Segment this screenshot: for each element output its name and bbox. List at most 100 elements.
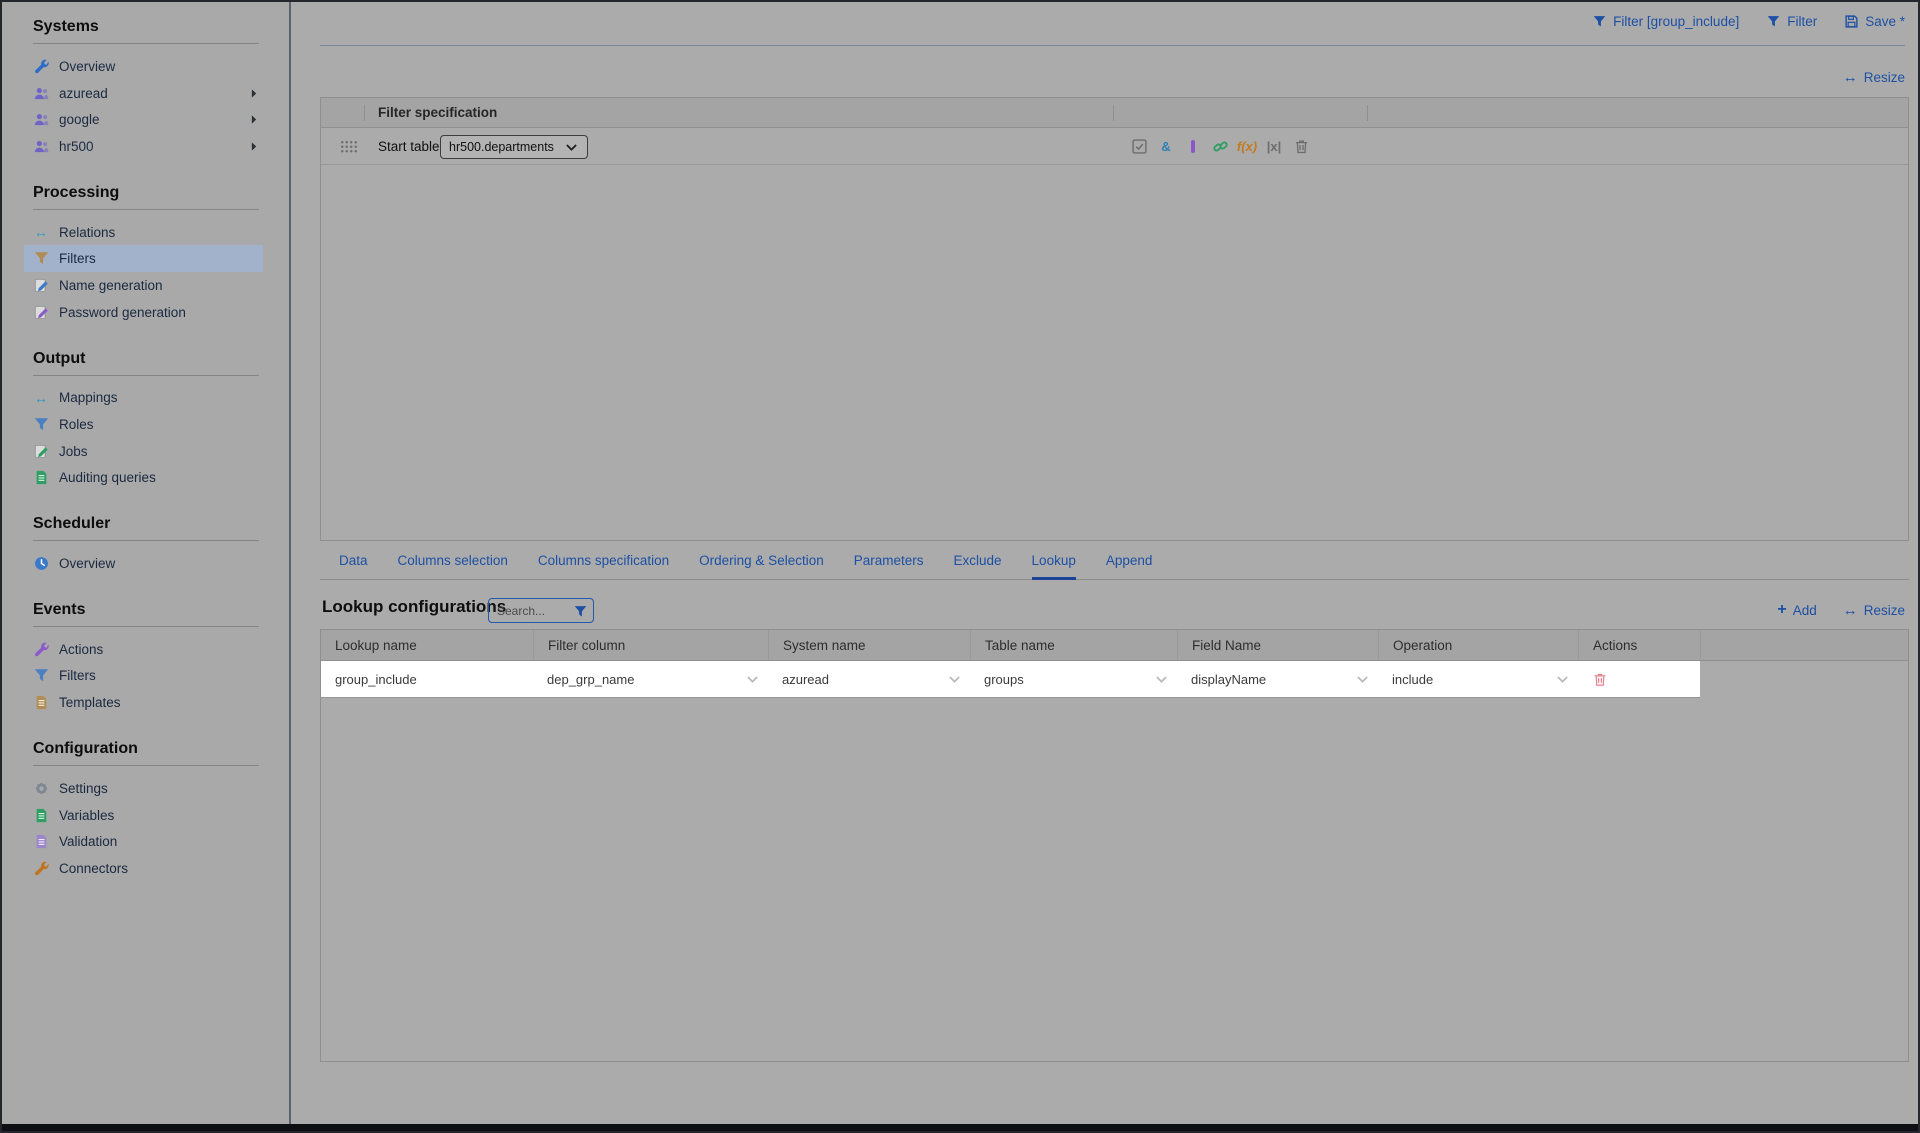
trash-icon[interactable] bbox=[1293, 138, 1309, 154]
sidebar-item-label: Jobs bbox=[59, 444, 88, 459]
header-divider bbox=[364, 105, 365, 121]
tab-columns-selection[interactable]: Columns selection bbox=[398, 548, 508, 580]
column-header-table-name: Table name bbox=[970, 630, 1177, 660]
sidebar-item-label: azuread bbox=[59, 86, 108, 101]
lookup-configurations-panel: Lookup nameFilter columnSystem nameTable… bbox=[320, 629, 1909, 1062]
column-header-operation: Operation bbox=[1378, 630, 1578, 660]
arrows-icon: ↔ bbox=[33, 224, 49, 240]
sidebar-item-azuread[interactable]: azuread bbox=[24, 80, 263, 107]
cell-value: azuread bbox=[782, 672, 829, 687]
start-table-select[interactable]: hr500.departments bbox=[440, 135, 588, 159]
chevron-right-icon bbox=[251, 115, 257, 124]
chevron-down-icon bbox=[949, 676, 960, 683]
column-header-system-name: System name bbox=[768, 630, 970, 660]
cell-lookup-name[interactable]: group_include bbox=[321, 661, 533, 697]
resize-lookup-button[interactable]: ↔ Resize bbox=[1843, 602, 1905, 618]
sidebar-item-templates[interactable]: Templates bbox=[24, 689, 263, 716]
sidebar-item-actions[interactable]: Actions bbox=[24, 636, 263, 663]
arrows-icon: ↔ bbox=[33, 390, 49, 406]
link-icon[interactable] bbox=[1212, 138, 1228, 154]
filter-button[interactable]: Filter bbox=[1765, 13, 1817, 29]
drag-handle[interactable] bbox=[340, 140, 358, 154]
delete-row-icon[interactable] bbox=[1592, 671, 1608, 687]
sidebar-item-label: Name generation bbox=[59, 278, 163, 293]
sidebar-item-filters[interactable]: Filters bbox=[24, 663, 263, 690]
wrench-icon bbox=[33, 860, 49, 876]
sidebar-item-validation[interactable]: Validation bbox=[24, 828, 263, 855]
cell-table-name[interactable]: groups bbox=[970, 661, 1177, 697]
sidebar-item-roles[interactable]: Roles bbox=[24, 411, 263, 438]
save-button[interactable]: Save * bbox=[1843, 13, 1905, 29]
column-bar-icon[interactable] bbox=[1185, 138, 1201, 154]
lookup-search-box bbox=[488, 598, 594, 623]
tab-columns-specification[interactable]: Columns specification bbox=[538, 548, 669, 580]
cell-actions[interactable] bbox=[1578, 661, 1700, 697]
app-window: Systems Overview azuread google hr500 Process… bbox=[0, 0, 1920, 1133]
sidebar-item-label: Relations bbox=[59, 225, 115, 240]
doc-icon bbox=[33, 470, 49, 486]
sidebar-item-google[interactable]: google bbox=[24, 106, 263, 133]
function-icon[interactable]: f(x) bbox=[1239, 138, 1255, 154]
sidebar-item-overview[interactable]: Overview bbox=[24, 550, 263, 577]
sidebar-item-label: Templates bbox=[59, 695, 121, 710]
abs-icon[interactable]: |x| bbox=[1266, 138, 1282, 154]
sidebar-item-jobs[interactable]: Jobs bbox=[24, 438, 263, 465]
pencil-icon bbox=[33, 277, 49, 293]
resize-top-button[interactable]: ↔ Resize bbox=[1843, 70, 1905, 85]
plus-icon: + bbox=[1777, 602, 1786, 618]
sidebar-section-title: Output bbox=[33, 350, 259, 376]
sidebar-section-systems: Systems Overview azuread google hr500 bbox=[2, 18, 289, 160]
header-divider bbox=[1367, 105, 1368, 121]
tab-parameters[interactable]: Parameters bbox=[854, 548, 924, 580]
doc-icon bbox=[33, 807, 49, 823]
cell-field-name[interactable]: displayName bbox=[1177, 661, 1378, 697]
sidebar-item-mappings[interactable]: ↔Mappings bbox=[24, 385, 263, 412]
sidebar-item-label: Filters bbox=[59, 668, 96, 683]
sidebar-item-variables[interactable]: Variables bbox=[24, 802, 263, 829]
sidebar-item-connectors[interactable]: Connectors bbox=[24, 855, 263, 882]
cell-system-name[interactable]: azuread bbox=[768, 661, 970, 697]
row-action-icons: & f(x) |x| bbox=[1131, 128, 1309, 164]
sidebar-item-filters[interactable]: Filters bbox=[24, 245, 263, 272]
tab-lookup[interactable]: Lookup bbox=[1032, 548, 1076, 580]
save-label: Save * bbox=[1865, 14, 1905, 29]
cell-value: groups bbox=[984, 672, 1024, 687]
sidebar-item-label: Overview bbox=[59, 556, 115, 571]
filter-tabs: Data Columns selection Columns specificati… bbox=[320, 548, 1909, 580]
sidebar-item-password-generation[interactable]: Password generation bbox=[24, 299, 263, 326]
cell-filter-column[interactable]: dep_grp_name bbox=[533, 661, 768, 697]
sidebar: Systems Overview azuread google hr500 Process… bbox=[2, 2, 291, 1126]
filter-specification-panel: Filter specification Start table hr500.d… bbox=[320, 97, 1909, 541]
resize-arrows-icon: ↔ bbox=[1843, 70, 1858, 85]
sidebar-item-label: google bbox=[59, 112, 100, 127]
cell-value: displayName bbox=[1191, 672, 1266, 687]
filter-group-button[interactable]: Filter [group_include] bbox=[1591, 13, 1739, 29]
add-button[interactable]: + Add bbox=[1777, 602, 1816, 618]
tab-ordering-selection[interactable]: Ordering & Selection bbox=[699, 548, 824, 580]
sidebar-item-label: Connectors bbox=[59, 861, 128, 876]
sidebar-item-name-generation[interactable]: Name generation bbox=[24, 272, 263, 299]
sidebar-item-hr500[interactable]: hr500 bbox=[24, 133, 263, 160]
sidebar-section-title: Processing bbox=[33, 184, 259, 210]
lookup-table-header: Lookup nameFilter columnSystem nameTable… bbox=[321, 630, 1908, 661]
header-divider bbox=[1113, 105, 1114, 121]
chevron-down-icon bbox=[1357, 676, 1368, 683]
sidebar-section-title: Systems bbox=[33, 18, 259, 44]
tab-data[interactable]: Data bbox=[339, 548, 368, 580]
ampersand-icon[interactable]: & bbox=[1158, 138, 1174, 154]
checkbox-check-icon[interactable] bbox=[1131, 138, 1147, 154]
filter-specification-title: Filter specification bbox=[378, 105, 497, 120]
doc-icon bbox=[33, 695, 49, 711]
sidebar-item-auditing-queries[interactable]: Auditing queries bbox=[24, 465, 263, 492]
tab-exclude[interactable]: Exclude bbox=[954, 548, 1002, 580]
sidebar-item-label: Overview bbox=[59, 59, 115, 74]
sidebar-item-label: Variables bbox=[59, 808, 114, 823]
sidebar-item-overview[interactable]: Overview bbox=[24, 53, 263, 80]
funnel-icon bbox=[33, 668, 49, 684]
sidebar-item-settings[interactable]: Settings bbox=[24, 775, 263, 802]
clock-icon bbox=[33, 556, 49, 572]
tab-append[interactable]: Append bbox=[1106, 548, 1153, 580]
sidebar-item-relations[interactable]: ↔ Relations bbox=[24, 219, 263, 246]
cell-operation[interactable]: include bbox=[1378, 661, 1578, 697]
funnel-icon bbox=[33, 417, 49, 433]
